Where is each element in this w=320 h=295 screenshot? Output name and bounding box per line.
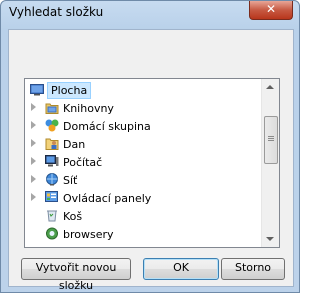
computer-icon bbox=[45, 155, 59, 167]
expand-arrow-icon[interactable] bbox=[31, 139, 36, 147]
tree-item-computer[interactable]: Počítač bbox=[25, 153, 261, 171]
scroll-down-arrow-icon[interactable] bbox=[266, 237, 274, 241]
expand-arrow-icon[interactable] bbox=[31, 103, 36, 111]
tree-item-libraries[interactable]: Knihovny bbox=[25, 99, 261, 117]
user-folder-icon bbox=[45, 138, 59, 150]
close-icon: ✕ bbox=[265, 2, 277, 16]
expand-arrow-icon[interactable] bbox=[31, 157, 36, 165]
tree-item-homegroup[interactable]: Domácí skupina bbox=[25, 117, 261, 135]
homegroup-icon bbox=[45, 119, 59, 132]
tree-item-label: Plocha bbox=[47, 82, 92, 99]
cancel-button[interactable]: Storno bbox=[221, 258, 285, 280]
tree-item-browsery[interactable]: browsery bbox=[25, 225, 261, 243]
tree-item-control-panel[interactable]: Ovládací panely bbox=[25, 189, 261, 207]
desktop-icon bbox=[30, 84, 44, 96]
tree-item-label: Domácí skupina bbox=[63, 120, 151, 133]
control-panel-icon bbox=[45, 191, 58, 202]
ok-button[interactable]: OK bbox=[143, 258, 219, 280]
folder-browser-dialog: Vyhledat složku ✕ Plocha Knihovny Domácí… bbox=[0, 0, 300, 293]
window-title: Vyhledat složku bbox=[9, 5, 104, 19]
folder-tree[interactable]: Plocha Knihovny Domácí skupina Dan Počít… bbox=[24, 78, 280, 248]
network-icon bbox=[46, 173, 58, 186]
expand-arrow-icon[interactable] bbox=[31, 121, 36, 129]
tree-item-label: Síť bbox=[63, 174, 78, 187]
expand-arrow-icon[interactable] bbox=[31, 193, 36, 201]
scroll-up-arrow-icon[interactable] bbox=[266, 85, 274, 89]
dialog-client-area: Plocha Knihovny Domácí skupina Dan Počít… bbox=[8, 29, 294, 292]
title-bar[interactable]: Vyhledat složku ✕ bbox=[1, 1, 299, 25]
expand-arrow-icon[interactable] bbox=[31, 175, 36, 183]
tree-item-label: browsery bbox=[63, 228, 114, 241]
new-folder-button[interactable]: Vytvořit novou složku bbox=[21, 258, 131, 292]
folder-icon bbox=[46, 227, 58, 240]
description-area bbox=[19, 38, 283, 78]
tree-item-label: Počítač bbox=[63, 156, 103, 169]
tree-item-user[interactable]: Dan bbox=[25, 135, 261, 153]
vertical-scrollbar[interactable] bbox=[261, 79, 279, 247]
close-button[interactable]: ✕ bbox=[249, 1, 293, 20]
tree-item-network[interactable]: Síť bbox=[25, 171, 261, 189]
tree-item-desktop[interactable]: Plocha bbox=[25, 81, 261, 99]
recycle-bin-icon bbox=[47, 210, 57, 222]
libraries-icon bbox=[45, 103, 59, 114]
tree-item-recycle-bin[interactable]: Koš bbox=[25, 207, 261, 225]
tree-item-label: Ovládací panely bbox=[63, 192, 152, 205]
tree-item-label: Koš bbox=[63, 210, 83, 223]
tree-item-label: Knihovny bbox=[63, 102, 114, 115]
tree-item-label: Dan bbox=[63, 138, 86, 151]
scrollbar-thumb[interactable] bbox=[264, 116, 278, 164]
